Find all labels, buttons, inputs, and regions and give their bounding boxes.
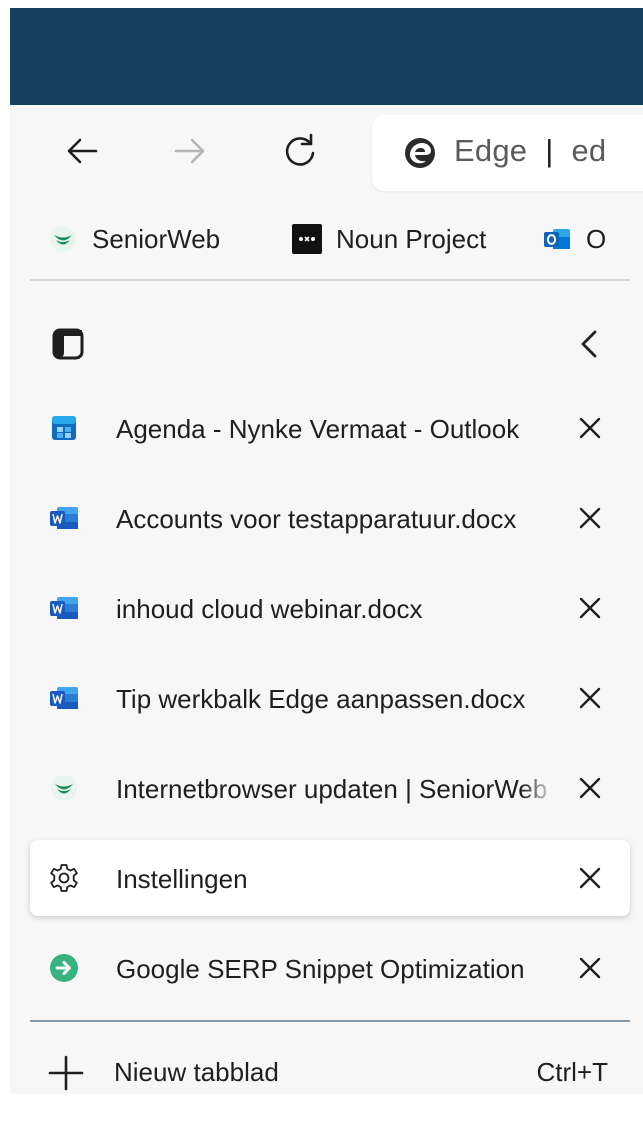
favorite-outlook[interactable]: O (542, 219, 606, 259)
favorite-label: SeniorWeb (92, 223, 221, 254)
close-icon (579, 687, 601, 709)
tab-title: Accounts voor testapparatuur.docx (116, 504, 517, 534)
tab-title: Tip werkbalk Edge aanpassen.docx (116, 684, 526, 714)
refresh-button[interactable] (276, 127, 324, 175)
new-tab-shortcut: Ctrl+T (536, 1057, 609, 1087)
favorite-noun-project[interactable]: Noun Project (292, 219, 486, 259)
noun-project-icon (292, 224, 322, 254)
tab-title: Internetbrowser updaten | SeniorWeb (116, 774, 548, 804)
close-icon (579, 417, 601, 439)
close-tab-button[interactable] (570, 678, 610, 718)
address-bar[interactable]: Edge | ed (372, 115, 643, 191)
outlook-icon (542, 224, 572, 254)
close-tab-button[interactable] (570, 858, 610, 898)
new-tab-label: Nieuw tabblad (114, 1057, 279, 1087)
favorite-label: Noun Project (336, 223, 487, 254)
forward-button[interactable] (166, 127, 214, 175)
word-icon (48, 502, 80, 534)
close-tab-button[interactable] (570, 498, 610, 538)
refresh-icon (285, 133, 315, 166)
tab-webinar-docx[interactable]: inhoud cloud webinar.docx (30, 570, 630, 646)
close-icon (579, 957, 601, 979)
favorite-seniorweb[interactable]: SeniorWeb (48, 219, 220, 259)
arrow-right-icon (174, 138, 205, 164)
close-icon (579, 597, 601, 619)
edge-logo-icon (405, 138, 435, 168)
site-label: Edge (454, 133, 528, 168)
divider (30, 279, 630, 281)
close-icon (579, 867, 601, 889)
navigation-bar: Edge | ed (10, 105, 643, 201)
tab-werkbalk-docx[interactable]: Tip werkbalk Edge aanpassen.docx (30, 660, 630, 736)
title-bar (10, 8, 643, 105)
tab-title: Google SERP Snippet Optimization (116, 954, 525, 984)
tab-title: inhoud cloud webinar.docx (116, 594, 423, 624)
tab-layout-button[interactable] (48, 324, 88, 364)
seniorweb-icon (48, 224, 78, 254)
tab-instellingen[interactable]: Instellingen (30, 840, 630, 916)
tab-title: Instellingen (116, 864, 248, 894)
gear-icon (48, 862, 80, 894)
favorites-bar: SeniorWeb Noun Project O (10, 211, 643, 267)
close-icon (579, 777, 601, 799)
close-icon (579, 507, 601, 529)
favorite-label: O (586, 223, 607, 254)
collapse-panel-button[interactable] (570, 324, 610, 364)
arrow-left-icon (67, 138, 98, 164)
url-fragment: ed (571, 133, 607, 168)
divider (30, 1020, 630, 1022)
tab-internetbrowser-seniorweb[interactable]: Internetbrowser updaten | SeniorWeb (30, 750, 630, 826)
word-icon (48, 592, 80, 624)
arrow-circle-icon (48, 952, 80, 984)
vertical-tabs-header (10, 308, 643, 380)
close-tab-button[interactable] (570, 948, 610, 988)
tab-agenda-outlook[interactable]: Agenda - Nynke Vermaat - Outlook (30, 390, 630, 466)
address-text: Edge | ed (454, 133, 606, 169)
close-tab-button[interactable] (570, 408, 610, 448)
seniorweb-icon (48, 772, 80, 804)
chevron-left-icon (581, 330, 597, 358)
close-tab-button[interactable] (570, 768, 610, 808)
back-button[interactable] (58, 127, 106, 175)
address-separator: | (545, 133, 554, 168)
tab-accounts-docx[interactable]: Accounts voor testapparatuur.docx (30, 480, 630, 556)
close-tab-button[interactable] (570, 588, 610, 628)
tab-title: Agenda - Nynke Vermaat - Outlook (116, 414, 520, 444)
tab-google-serp-snippet[interactable]: Google SERP Snippet Optimization (30, 930, 630, 1006)
browser-window: Edge | ed SeniorWeb Noun Project O Agend… (10, 8, 643, 1094)
new-tab-button[interactable]: Nieuw tabblad Ctrl+T (30, 1038, 630, 1094)
tab-layout-icon (52, 328, 84, 360)
word-icon (48, 682, 80, 714)
outlook-calendar-icon (48, 412, 80, 444)
plus-icon (48, 1055, 84, 1091)
